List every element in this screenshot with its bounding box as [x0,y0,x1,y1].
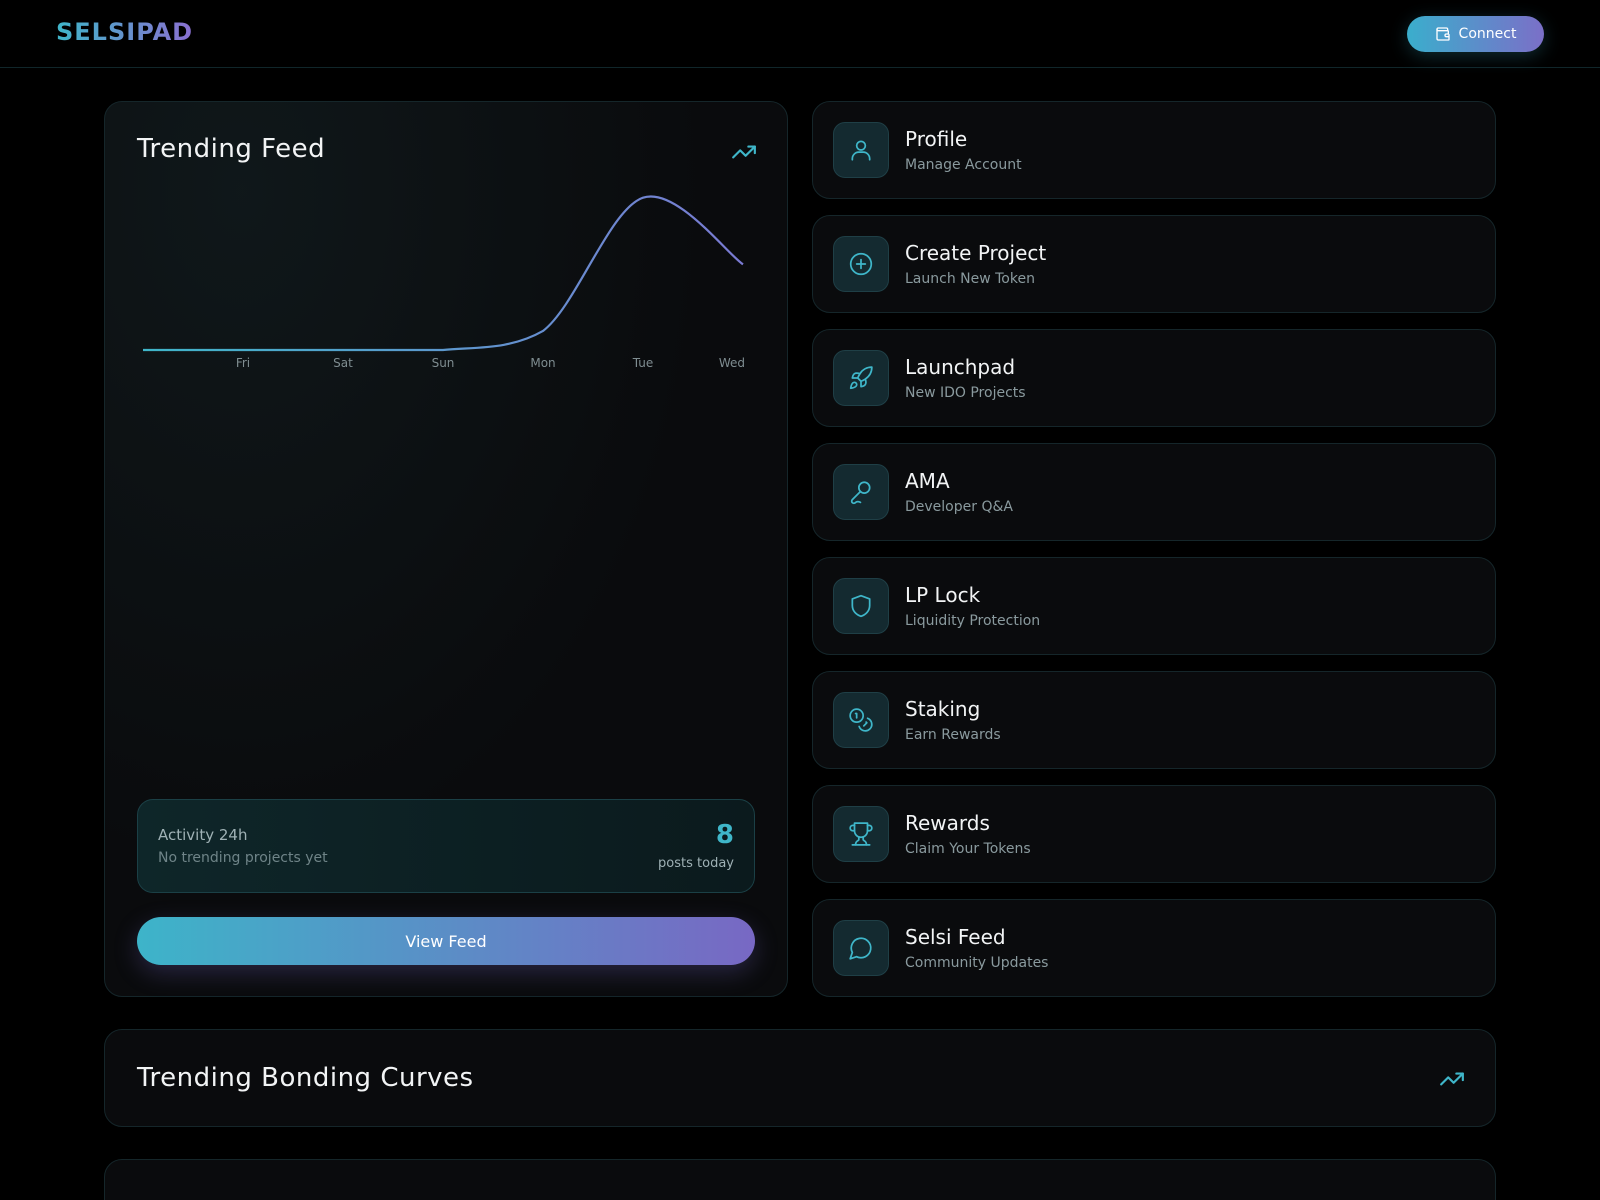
activity-subtitle: No trending projects yet [158,850,328,866]
nav-card-title: LP Lock [905,583,981,607]
posts-count: 8 [715,820,734,850]
top-bar: SELSIPAD Connect [0,0,1600,68]
trophy-icon [849,822,873,846]
nav-card-subtitle: Developer Q&A [905,499,1013,515]
chat-bubble-icon [849,937,872,960]
nav-card-subtitle: Manage Account [905,157,1022,173]
nav-card-staking[interactable]: Staking Earn Rewards [812,671,1496,769]
microphone-icon [850,481,871,505]
logo[interactable]: SELSIPAD [56,18,193,46]
nav-card-title: Profile [905,127,968,151]
shield-icon [851,594,871,618]
bonding-curves-title: Trending Bonding Curves [137,1063,474,1093]
connect-wallet-button[interactable]: Connect [1407,16,1544,52]
nav-card-title: Staking [905,697,981,721]
nav-card-title: AMA [905,469,950,493]
next-section-card [104,1159,1496,1200]
activity-summary: Activity 24h No trending projects yet 8 … [137,799,755,893]
chart-x-tick-label: Sat [333,356,353,370]
activity-title: Activity 24h [158,826,248,844]
launchpad-icon-box [833,350,889,406]
staking-icon-box [833,692,889,748]
trending-feed-chart: Fri Sat Sun Mon Tue Wed [143,195,745,370]
trending-feed-title: Trending Feed [137,134,326,164]
connect-label: Connect [1458,26,1517,42]
nav-card-subtitle: Launch New Token [905,271,1035,287]
trending-bonding-curves-card: Trending Bonding Curves [104,1029,1496,1127]
nav-card-rewards[interactable]: Rewards Claim Your Tokens [812,785,1496,883]
nav-card-subtitle: New IDO Projects [905,385,1026,401]
nav-card-title: Rewards [905,811,990,835]
chart-x-tick-label: Fri [236,356,250,370]
chart-x-tick-label: Mon [530,356,555,370]
lp-lock-icon-box [833,578,889,634]
nav-card-subtitle: Community Updates [905,955,1049,971]
chart-series-line [143,195,744,352]
trending-up-icon [732,145,756,159]
nav-card-subtitle: Earn Rewards [905,727,1001,743]
create-project-icon-box [833,236,889,292]
user-icon [851,140,871,161]
nav-card-title: Create Project [905,241,1047,265]
rocket-icon [849,366,873,390]
nav-card-title: Selsi Feed [905,925,1006,949]
profile-icon-box [833,122,889,178]
nav-card-lp-lock[interactable]: LP Lock Liquidity Protection [812,557,1496,655]
plus-circle-icon [849,252,873,276]
nav-card-title: Launchpad [905,355,1016,379]
nav-card-subtitle: Claim Your Tokens [905,841,1031,857]
nav-card-subtitle: Liquidity Protection [905,613,1041,629]
nav-card-launchpad[interactable]: Launchpad New IDO Projects [812,329,1496,427]
wallet-icon [1435,27,1450,41]
chart-x-tick-label: Sun [432,356,455,370]
chart-x-tick-label: Wed [719,356,745,370]
chart-x-tick-label: Tue [632,356,654,370]
ama-icon-box [833,464,889,520]
nav-card-profile[interactable]: Profile Manage Account [812,101,1496,199]
trending-feed-card: Trending Feed Fri Sat Sun Mon Tue Wed Activit… [104,101,788,997]
nav-card-create-project[interactable]: Create Project Launch New Token [812,215,1496,313]
selsi-feed-icon-box [833,920,889,976]
trending-up-icon [1440,1072,1464,1086]
rewards-icon-box [833,806,889,862]
posts-count-label: posts today [658,856,734,871]
view-feed-button[interactable]: View Feed [137,917,755,965]
nav-card-ama[interactable]: AMA Developer Q&A [812,443,1496,541]
nav-card-selsi-feed[interactable]: Selsi Feed Community Updates [812,899,1496,997]
coins-icon [849,708,873,732]
